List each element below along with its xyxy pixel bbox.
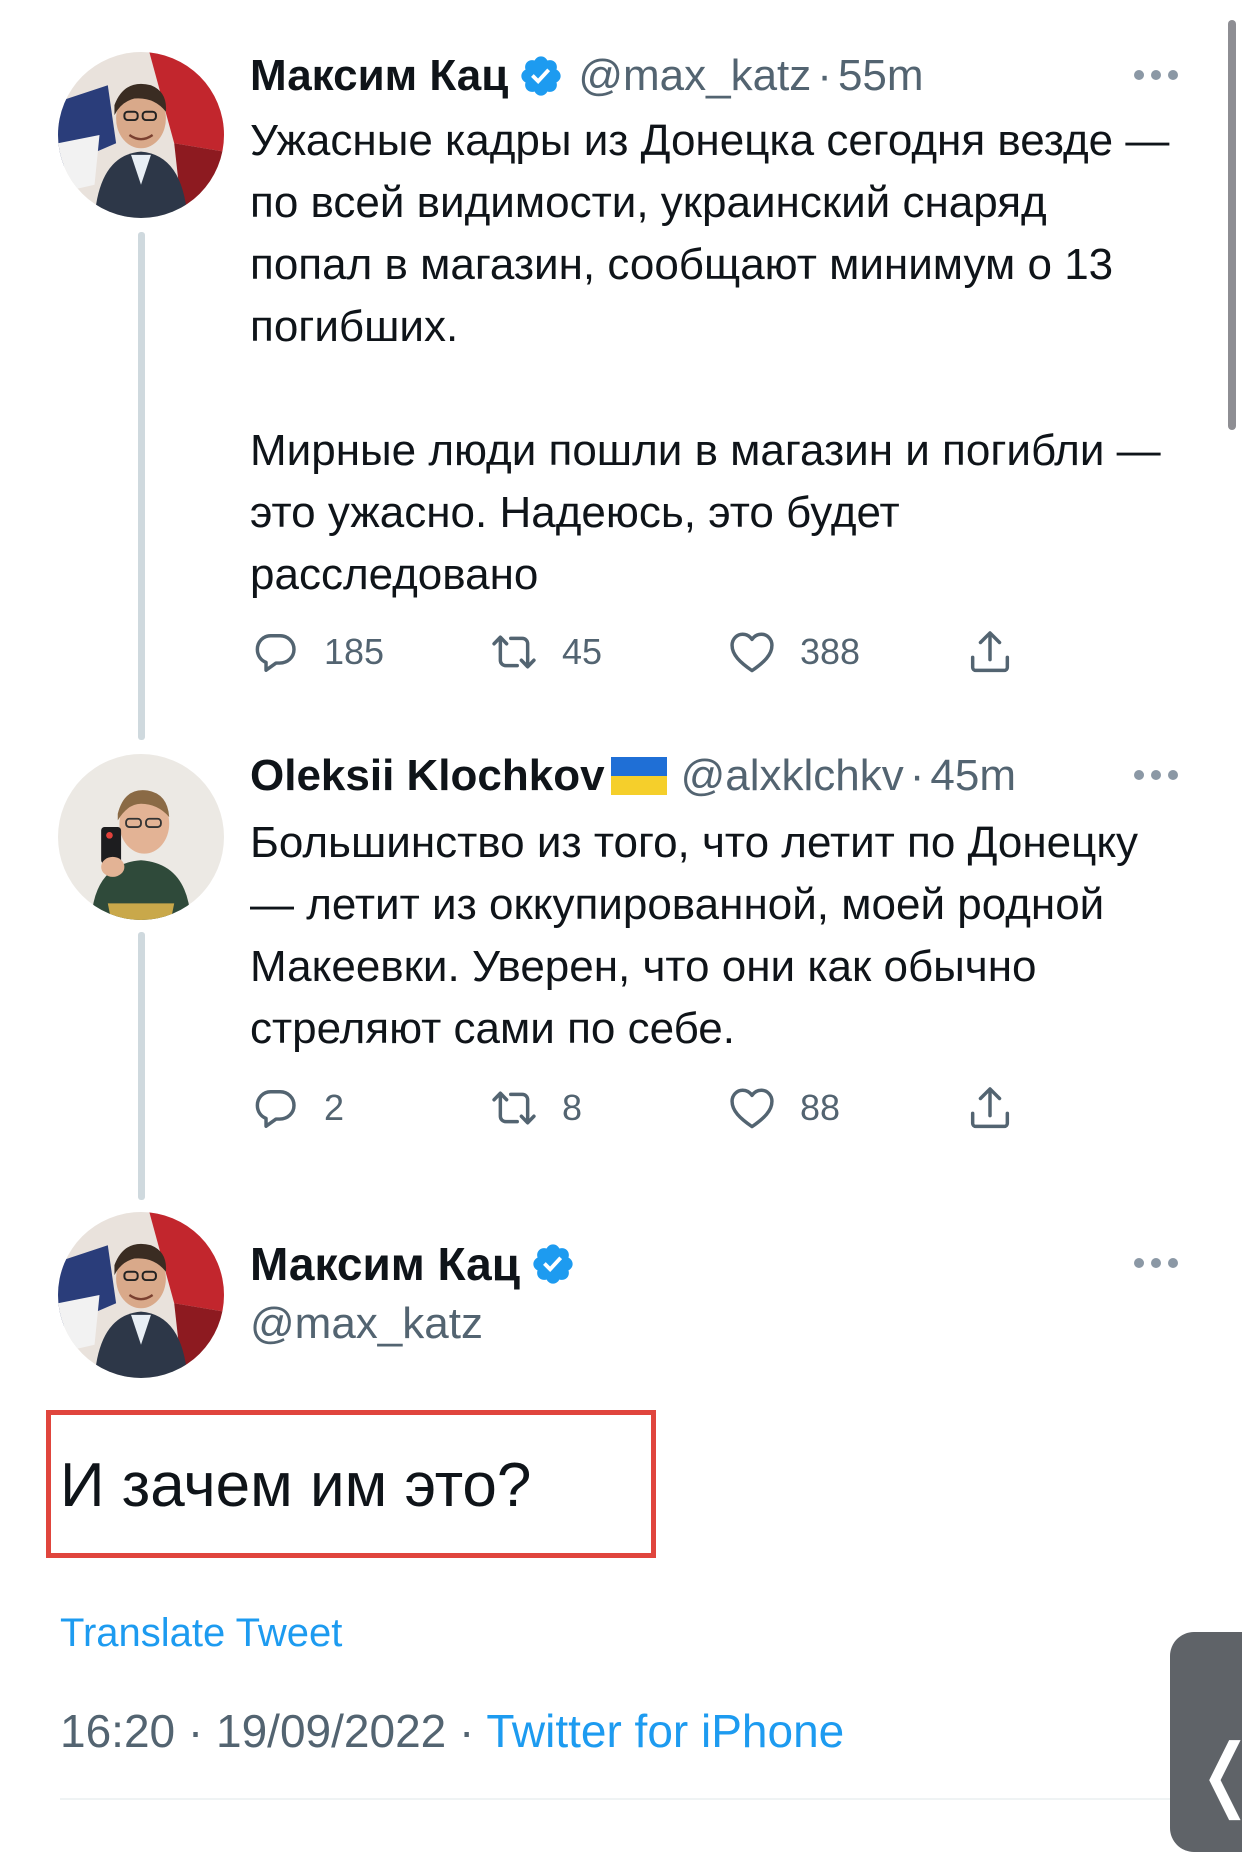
author-name[interactable]: Oleksii Klochkov [250,748,605,804]
avatar[interactable] [58,754,224,920]
thread-connector [138,232,145,740]
share-icon [964,1082,1016,1134]
tweet-paragraph: Мирные люди пошли в магазин и погибли — … [250,426,1161,599]
tweet-text: Ужасные кадры из Донецка сегодня везде —… [250,110,1180,606]
reply-icon [250,626,302,678]
reply-icon [250,1082,302,1134]
share-button[interactable] [964,1080,1016,1136]
main-tweet-author: Максим Кац [250,1234,576,1294]
more-icon[interactable] [1134,68,1178,82]
separator: · [187,1705,204,1757]
like-button[interactable]: 388 [726,624,860,680]
tweet-meta: 16:20 · 19/09/2022 · Twitter for iPhone [60,1702,844,1760]
tweet-paragraph: Большинство из того, что летит по Донецк… [250,818,1139,1053]
tweet-actions: 2 8 88 [250,1080,1030,1136]
retweet-icon [488,1082,540,1134]
tweet-actions: 185 45 388 [250,624,1030,680]
author-handle[interactable]: @max_katz [250,1296,483,1352]
author-handle[interactable]: @alxklchkv [681,748,904,804]
tweet-paragraph: Ужасные кадры из Донецка сегодня везде —… [250,116,1170,351]
tweet-source-link[interactable]: Twitter for iPhone [486,1705,844,1757]
thread-connector [138,932,145,1200]
more-icon[interactable] [1134,768,1178,782]
reply-button[interactable]: 185 [250,624,384,680]
tweet-header: Oleksii Klochkov @alxklchkv · 45m [250,748,1016,804]
author-handle[interactable]: @max_katz [578,48,811,104]
divider [60,1798,1182,1800]
retweet-icon [488,626,540,678]
tweet-header: Максим Кац @max_katz · 55m [250,48,924,104]
translate-tweet-link[interactable]: Translate Tweet [60,1608,342,1658]
reply-button[interactable]: 2 [250,1080,344,1136]
heart-icon [726,626,778,678]
verified-badge-icon [530,1241,576,1287]
retweet-count: 45 [562,631,603,672]
author-name[interactable]: Максим Кац [250,48,508,104]
reply-count: 185 [324,631,385,672]
tweet-text: Большинство из того, что летит по Донецк… [250,812,1180,1060]
share-button[interactable] [964,624,1016,680]
heart-icon [726,1082,778,1134]
avatar[interactable] [58,52,224,218]
chevron-left-icon[interactable]: ❬ [1192,1734,1242,1814]
retweet-count: 8 [562,1087,583,1128]
author-name[interactable]: Максим Кац [250,1237,520,1291]
tweet-time[interactable]: 45m [930,748,1016,804]
verified-badge-icon [518,53,564,99]
more-icon[interactable] [1134,1256,1178,1270]
like-count: 388 [800,631,861,672]
retweet-button[interactable]: 8 [488,1080,582,1136]
separator: · [817,51,832,100]
tweet-date: 19/09/2022 [216,1705,447,1757]
separator: · [459,1705,475,1757]
avatar[interactable] [58,1212,224,1378]
tweet-time[interactable]: 55m [838,48,924,104]
share-icon [964,626,1016,678]
retweet-button[interactable]: 45 [488,624,602,680]
tweet-timestamp: 16:20 [60,1705,176,1757]
separator: · [909,751,925,800]
like-count: 88 [800,1087,841,1128]
like-button[interactable]: 88 [726,1080,840,1136]
scrollbar[interactable] [1228,20,1236,430]
reply-count: 2 [324,1087,345,1128]
ukraine-flag-icon [610,757,667,795]
main-tweet-text: И зачем им это? [60,1451,532,1520]
